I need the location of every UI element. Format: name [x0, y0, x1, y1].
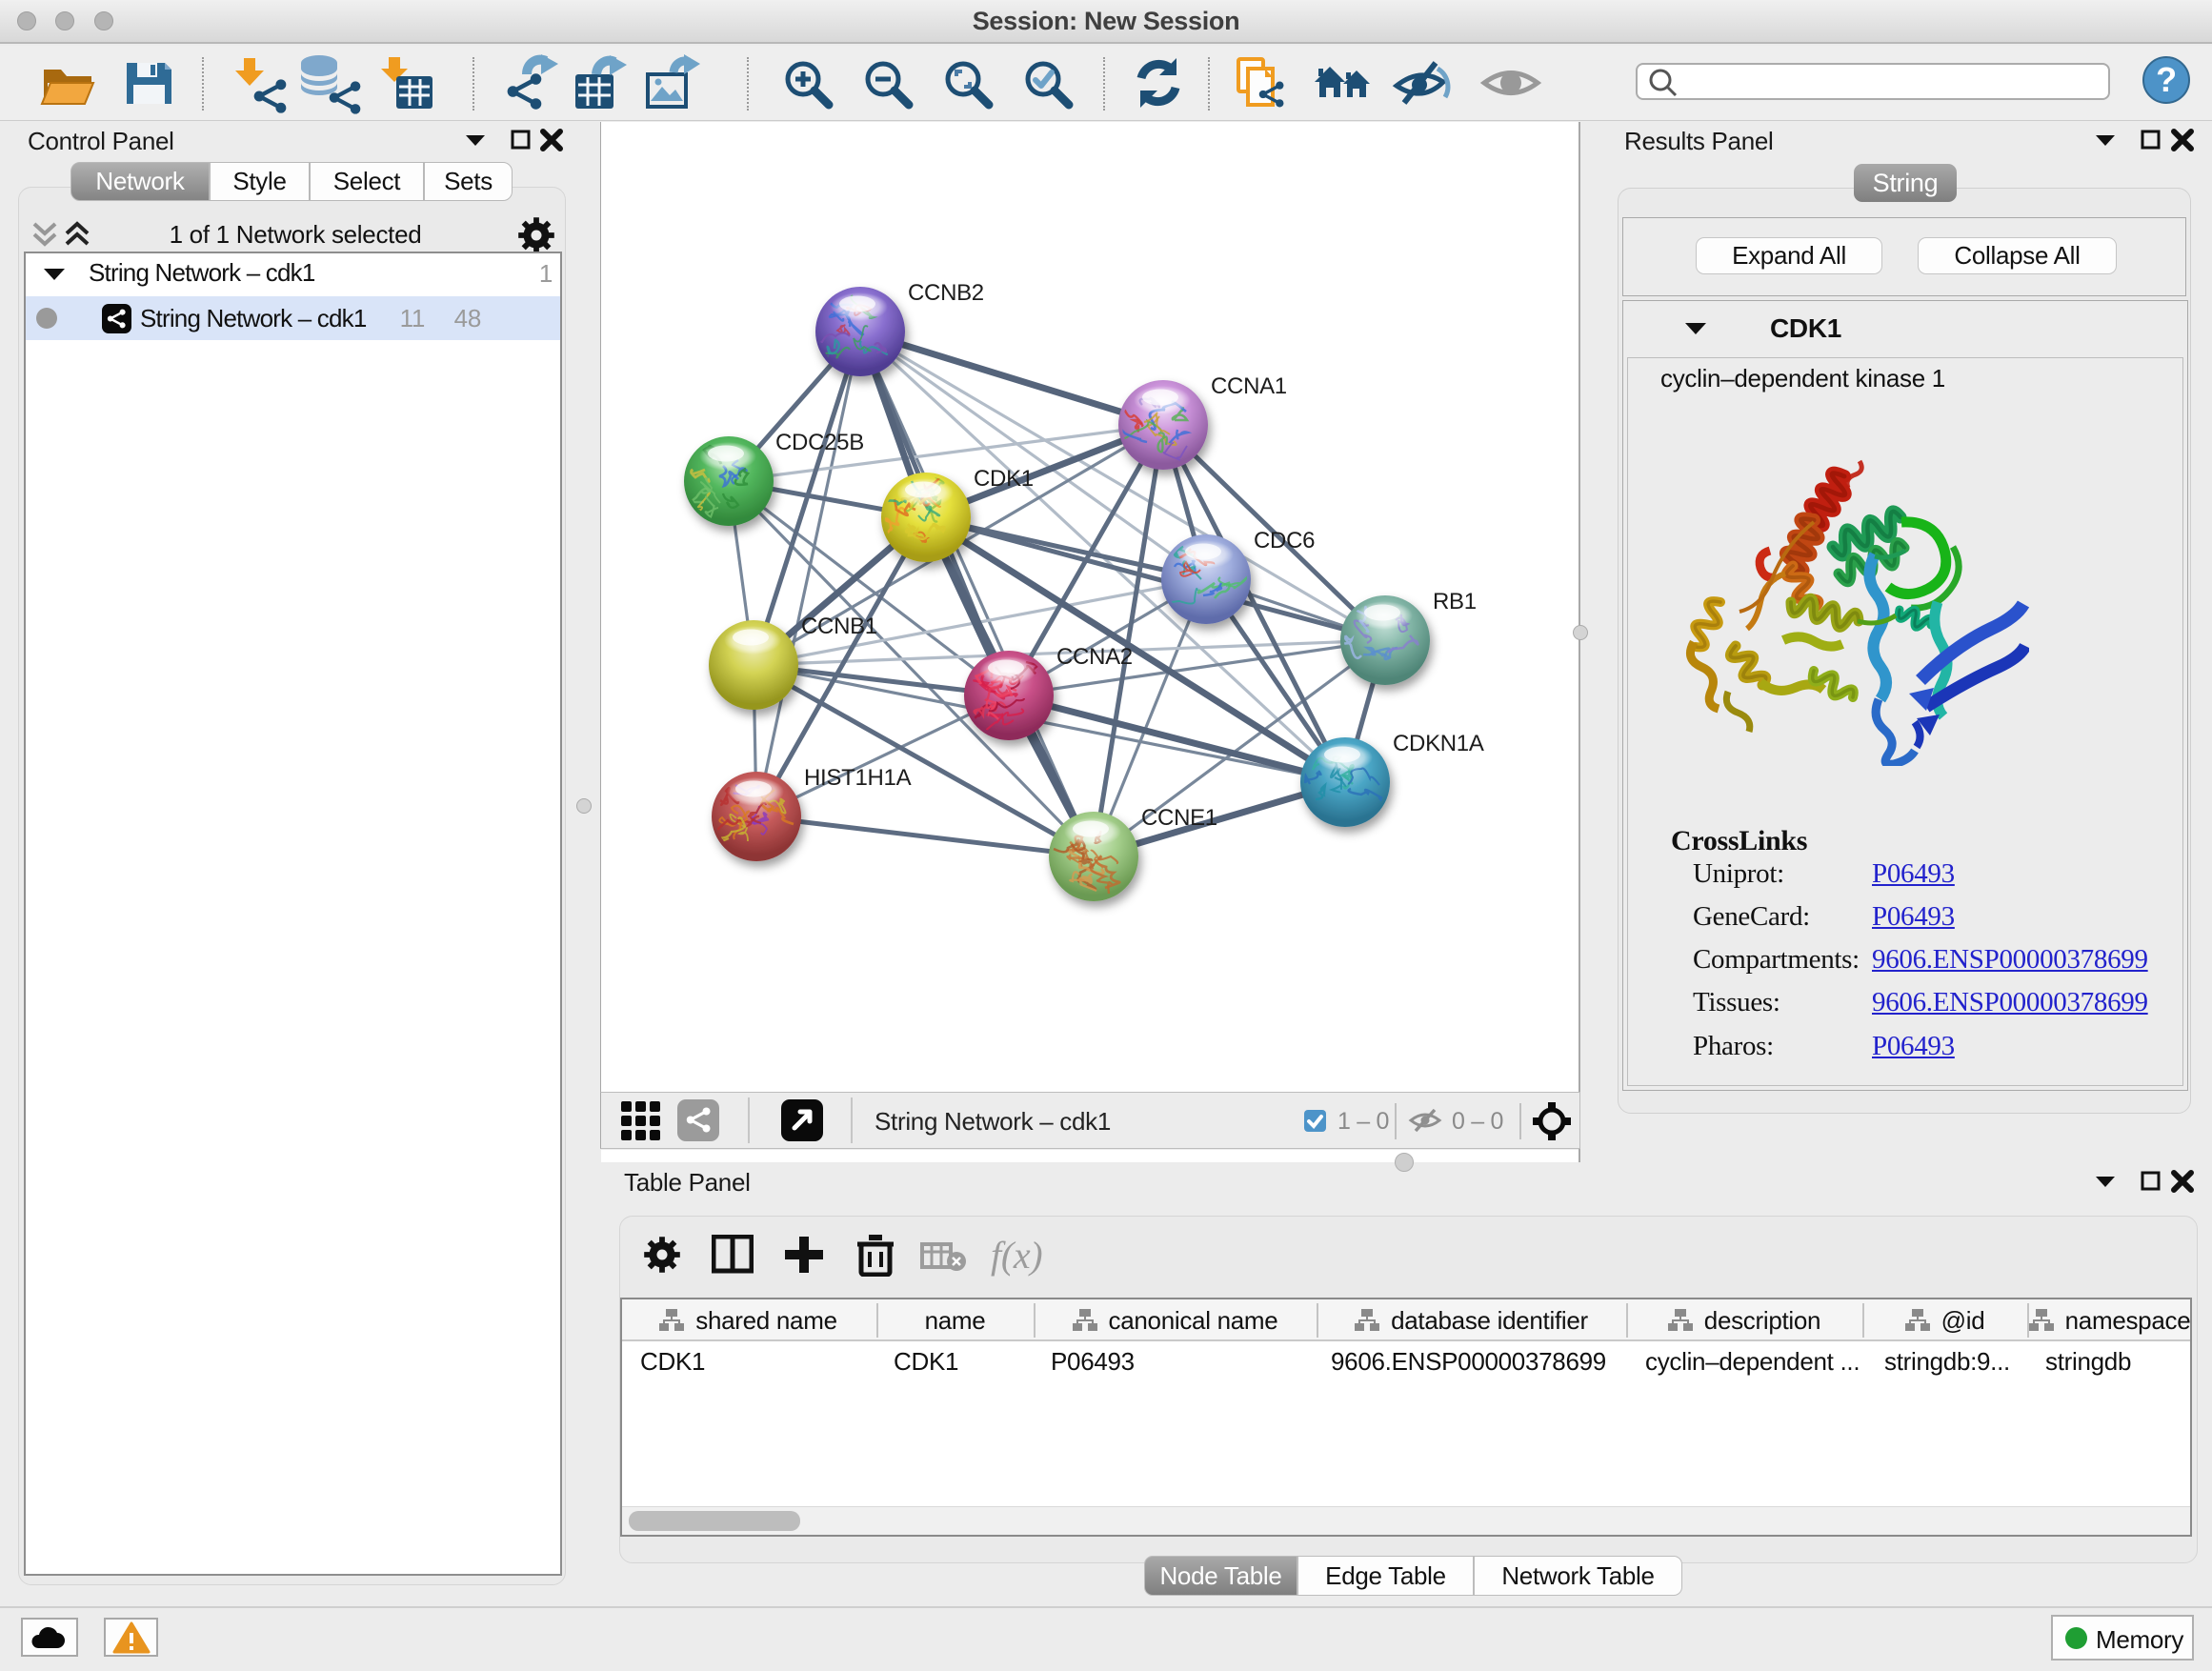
svg-text:CDC25B: CDC25B [775, 430, 864, 455]
svg-text:RB1: RB1 [1433, 589, 1477, 614]
svg-text:HIST1H1A: HIST1H1A [804, 765, 912, 791]
svg-text:CDK1: CDK1 [974, 466, 1034, 492]
svg-text:CCNE1: CCNE1 [1141, 805, 1217, 831]
svg-text:CCNB1: CCNB1 [801, 614, 877, 639]
svg-text:CCNB2: CCNB2 [908, 280, 984, 306]
svg-text:CCNA2: CCNA2 [1056, 644, 1133, 670]
svg-text:CDKN1A: CDKN1A [1393, 731, 1484, 756]
svg-text:CCNA1: CCNA1 [1211, 373, 1287, 399]
svg-text:CDC6: CDC6 [1254, 528, 1315, 554]
